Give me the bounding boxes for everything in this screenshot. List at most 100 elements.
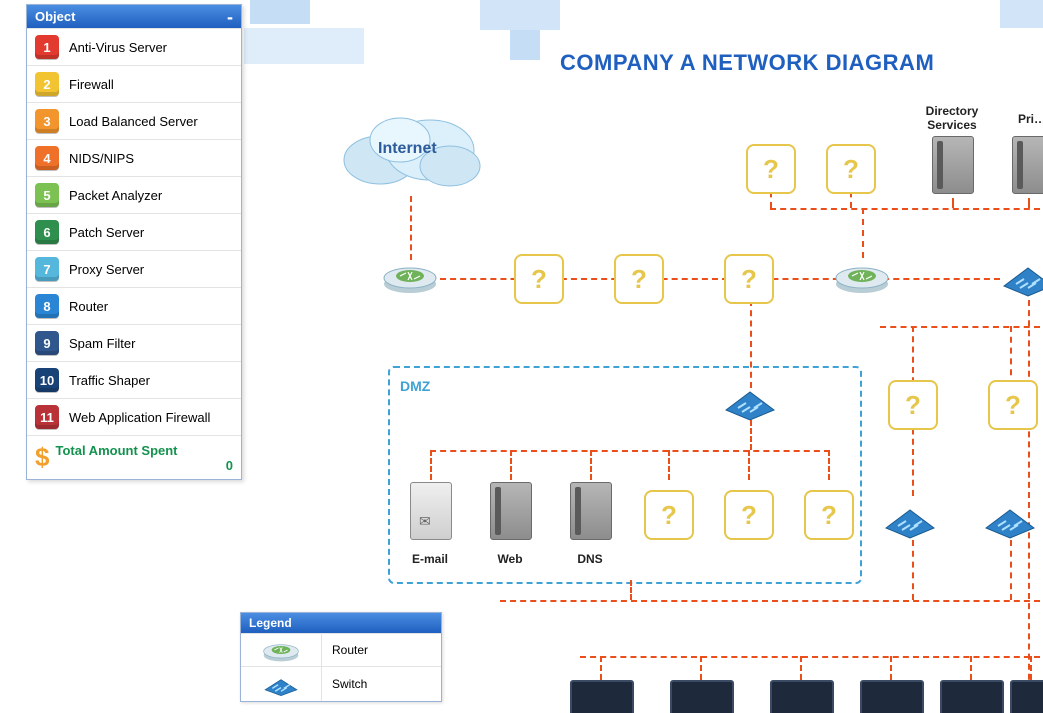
minimize-icon[interactable]: - xyxy=(227,12,233,22)
legend-label: Switch xyxy=(322,677,367,691)
wire xyxy=(500,600,1040,602)
object-item-load-balanced[interactable]: 3 Load Balanced Server xyxy=(27,102,241,139)
object-item-router[interactable]: 8 Router xyxy=(27,287,241,324)
total-amount-row: $ Total Amount Spent 0 xyxy=(27,435,241,479)
object-item-antivirus[interactable]: 1Anti-Virus Server xyxy=(27,28,241,65)
wire xyxy=(1010,326,1012,386)
wire xyxy=(748,450,750,480)
email-server[interactable] xyxy=(410,482,452,540)
switch-top-right[interactable] xyxy=(998,256,1043,298)
object-item-spam-filter[interactable]: 9 Spam Filter xyxy=(27,324,241,361)
object-item-label: Patch Server xyxy=(69,225,144,240)
web-server[interactable] xyxy=(490,482,532,540)
wire xyxy=(1030,656,1032,680)
badge-icon: 7 xyxy=(35,257,59,281)
badge-icon: 10 xyxy=(35,368,59,392)
wire xyxy=(770,208,1040,210)
drop-slot[interactable]: ? xyxy=(724,490,774,540)
wire xyxy=(410,196,412,260)
legend-row-router: Router xyxy=(241,633,441,666)
badge-icon: 11 xyxy=(35,405,59,429)
drop-slot[interactable]: ? xyxy=(826,144,876,194)
drop-slot[interactable]: ? xyxy=(746,144,796,194)
dns-server[interactable] xyxy=(570,482,612,540)
badge-icon: 2 xyxy=(35,72,59,96)
wire xyxy=(862,208,864,258)
switch-icon xyxy=(241,667,322,701)
web-label: Web xyxy=(490,552,530,566)
wire xyxy=(828,450,830,480)
badge-icon: 5 xyxy=(35,183,59,207)
bg-deco xyxy=(1000,0,1043,28)
wire xyxy=(600,656,602,680)
object-item-label: Proxy Server xyxy=(69,262,144,277)
wire xyxy=(970,656,972,680)
print-server-label: Pri… xyxy=(1002,112,1043,126)
print-server[interactable] xyxy=(1012,136,1043,194)
wire xyxy=(800,656,802,680)
drop-slot[interactable]: ? xyxy=(614,254,664,304)
total-value: 0 xyxy=(55,458,233,473)
workstation[interactable] xyxy=(1010,680,1043,713)
object-item-waf[interactable]: 11 Web Application Firewall xyxy=(27,398,241,435)
bg-deco xyxy=(480,0,560,30)
router-center[interactable] xyxy=(832,258,892,294)
router-left[interactable] xyxy=(380,258,440,294)
legend-panel: Legend Router Switch xyxy=(240,612,442,702)
wire xyxy=(912,540,914,600)
wire xyxy=(430,450,432,480)
workstation[interactable] xyxy=(860,680,924,713)
dns-label: DNS xyxy=(570,552,610,566)
object-item-traffic-shaper[interactable]: 10 Traffic Shaper xyxy=(27,361,241,398)
switch-a[interactable] xyxy=(880,498,940,540)
directory-services-server[interactable] xyxy=(932,136,974,194)
object-item-patch-server[interactable]: 6 Patch Server xyxy=(27,213,241,250)
object-item-label: Spam Filter xyxy=(69,336,135,351)
drop-slot[interactable]: ? xyxy=(514,254,564,304)
object-item-label: Traffic Shaper xyxy=(69,373,150,388)
dollar-icon: $ xyxy=(35,442,49,473)
object-item-label: Packet Analyzer xyxy=(69,188,162,203)
object-item-label: Load Balanced Server xyxy=(69,114,198,129)
legend-header: Legend xyxy=(241,613,441,633)
drop-slot[interactable]: ? xyxy=(804,490,854,540)
drop-slot[interactable]: ? xyxy=(644,490,694,540)
object-item-packet-analyzer[interactable]: 5 Packet Analyzer xyxy=(27,176,241,213)
wire xyxy=(952,198,954,208)
object-panel-header[interactable]: Object - xyxy=(27,5,241,28)
object-item-nids[interactable]: 4NIDS/NIPS xyxy=(27,139,241,176)
total-label: Total Amount Spent xyxy=(55,443,233,458)
router-icon xyxy=(241,634,322,666)
badge-icon: 6 xyxy=(35,220,59,244)
workstation[interactable] xyxy=(670,680,734,713)
bg-deco xyxy=(510,30,540,60)
object-panel-title: Object xyxy=(35,9,75,24)
switch-b[interactable] xyxy=(980,498,1040,540)
object-item-label: Router xyxy=(69,299,108,314)
badge-icon: 3 xyxy=(35,109,59,133)
workstation[interactable] xyxy=(570,680,634,713)
dmz-zone xyxy=(388,366,862,584)
workstation[interactable] xyxy=(940,680,1004,713)
drop-slot[interactable]: ? xyxy=(724,254,774,304)
badge-icon: 4 xyxy=(35,146,59,170)
wire xyxy=(430,450,830,452)
page-title: COMPANY A NETWORK DIAGRAM xyxy=(560,50,934,76)
email-label: E-mail xyxy=(406,552,454,566)
workstation[interactable] xyxy=(770,680,834,713)
wire xyxy=(1028,198,1030,208)
object-item-label: Web Application Firewall xyxy=(69,410,210,425)
legend-label: Router xyxy=(322,643,368,657)
wire xyxy=(668,450,670,480)
object-item-firewall[interactable]: 2Firewall xyxy=(27,65,241,102)
drop-slot[interactable]: ? xyxy=(888,380,938,430)
badge-icon: 9 xyxy=(35,331,59,355)
badge-icon: 8 xyxy=(35,294,59,318)
badge-icon: 1 xyxy=(35,35,59,59)
dmz-switch[interactable] xyxy=(720,380,780,422)
wire xyxy=(510,450,512,480)
drop-slot[interactable]: ? xyxy=(988,380,1038,430)
legend-row-switch: Switch xyxy=(241,666,441,701)
wire xyxy=(890,656,892,680)
object-item-proxy[interactable]: 7 Proxy Server xyxy=(27,250,241,287)
